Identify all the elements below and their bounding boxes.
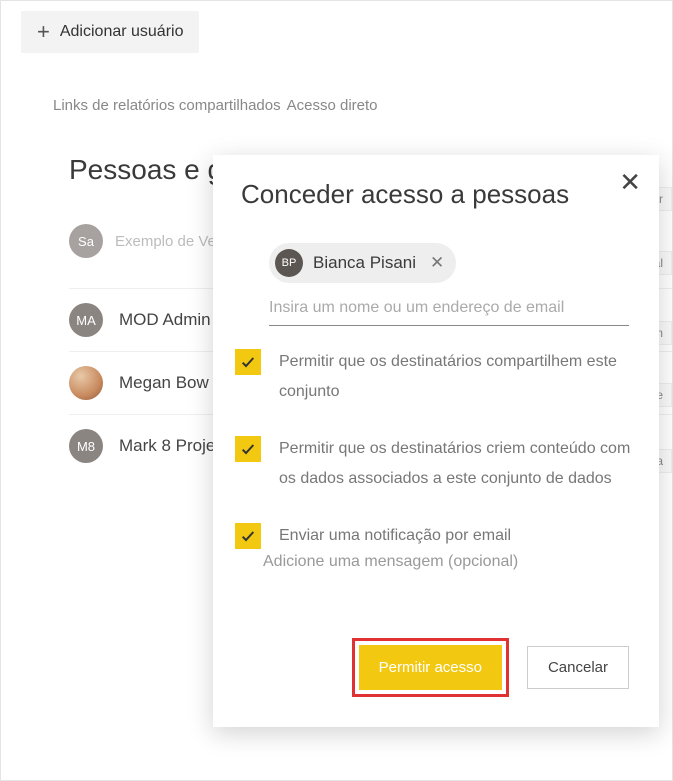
option-label: Permitir que os destinatários compartilh… <box>279 347 649 408</box>
option-label: Enviar uma notificação por email <box>279 521 511 551</box>
grant-access-dialog: ✕ Conceder acesso a pessoas BP Bianca Pi… <box>213 155 659 727</box>
avatar <box>69 366 103 400</box>
avatar: Sa <box>69 224 103 258</box>
list-item-label: Megan Bow <box>119 373 209 393</box>
recipients: BP Bianca Pisani ✕ <box>269 243 629 283</box>
recipient-chip[interactable]: BP Bianca Pisani ✕ <box>269 243 456 283</box>
add-user-label: Adicionar usuário <box>60 23 184 41</box>
cancel-button[interactable]: Cancelar <box>527 646 629 689</box>
tab-direct-access[interactable]: Acesso direto <box>287 97 378 124</box>
option-label: Permitir que os destinatários criem cont… <box>279 434 649 495</box>
list-item-label: MOD Admin <box>119 310 211 330</box>
tabs: Links de relatórios compartilhados Acess… <box>53 97 672 124</box>
avatar: M8 <box>69 429 103 463</box>
option-row: Permitir que os destinatários criem cont… <box>235 434 649 495</box>
close-icon[interactable]: ✕ <box>619 169 641 195</box>
message-placeholder[interactable]: Adicione uma mensagem (opcional) <box>263 553 518 571</box>
grant-access-button[interactable]: Permitir acesso <box>359 645 502 690</box>
plus-icon: + <box>37 21 50 43</box>
dialog-actions: Permitir acesso Cancelar <box>352 638 629 697</box>
option-row: Enviar uma notificação por email <box>235 521 649 551</box>
remove-chip-icon[interactable]: ✕ <box>426 253 444 273</box>
tab-shared-links[interactable]: Links de relatórios compartilhados <box>53 97 281 124</box>
list-item-label: Mark 8 Proje <box>119 436 215 456</box>
chip-name: Bianca Pisani <box>313 253 416 273</box>
avatar: BP <box>275 249 303 277</box>
dialog-title: Conceder acesso a pessoas <box>241 179 569 210</box>
option-row: Permitir que os destinatários compartilh… <box>235 347 649 408</box>
checkbox-email-notify[interactable] <box>235 523 261 549</box>
checkbox-allow-build[interactable] <box>235 436 261 462</box>
name-email-input[interactable] <box>269 291 629 326</box>
add-user-button[interactable]: + Adicionar usuário <box>21 11 199 53</box>
checkbox-allow-reshare[interactable] <box>235 349 261 375</box>
avatar: MA <box>69 303 103 337</box>
permission-options: Permitir que os destinatários compartilh… <box>235 347 649 577</box>
primary-highlight: Permitir acesso <box>352 638 509 697</box>
